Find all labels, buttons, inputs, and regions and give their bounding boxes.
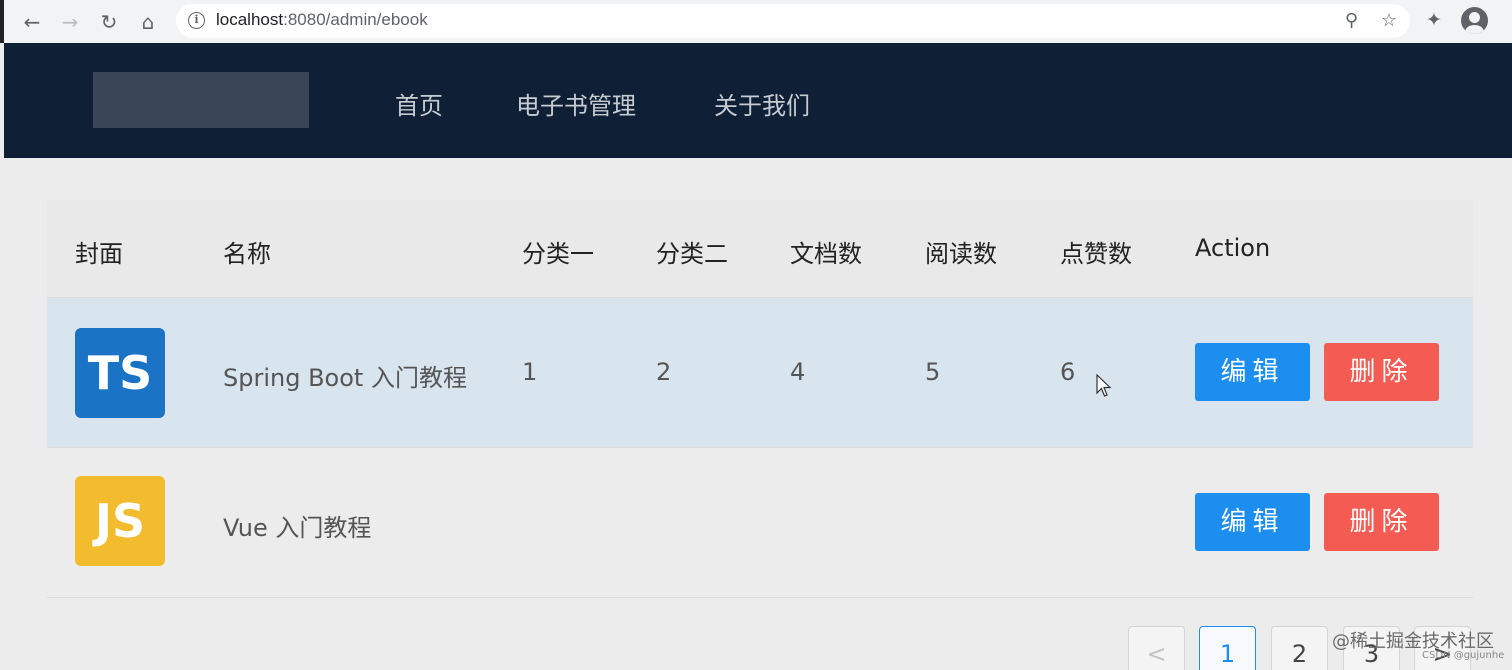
column-header-name: 名称	[223, 240, 271, 268]
extensions-icon[interactable]: ✦	[1426, 9, 1442, 31]
delete-button[interactable]: 删除	[1324, 343, 1439, 401]
cover-image: TS	[75, 328, 165, 418]
back-icon[interactable]: ←	[20, 10, 44, 34]
pagination-prev-button[interactable]: <	[1128, 626, 1185, 670]
forward-icon[interactable]: →	[58, 10, 82, 34]
column-header-category2: 分类二	[656, 240, 728, 268]
doc-count-cell: 4	[790, 358, 806, 386]
ebook-table: 封面 名称 分类一 分类二 文档数 阅读数 点赞数 Action TS Spri…	[47, 200, 1473, 598]
ebook-name: Vue 入门教程	[223, 514, 372, 542]
watermark-sub: CSDN @gujunhe	[1422, 650, 1505, 661]
main-content: 封面 名称 分类一 分类二 文档数 阅读数 点赞数 Action TS Spri…	[4, 158, 1512, 670]
site-info-icon[interactable]: i	[188, 12, 205, 29]
column-header-doc-count: 文档数	[790, 240, 862, 268]
column-header-cover: 封面	[75, 240, 123, 268]
table-row: TS Spring Boot 入门教程 1 2 4 5 6 编辑 删除	[47, 298, 1473, 448]
delete-button[interactable]: 删除	[1324, 493, 1439, 551]
table-row: JS Vue 入门教程 编辑 删除	[47, 448, 1473, 598]
edit-button[interactable]: 编辑	[1195, 493, 1310, 551]
view-count-cell: 5	[925, 358, 941, 386]
nav-item-about[interactable]: 关于我们	[714, 86, 810, 121]
url-path: :8080/admin/ebook	[283, 10, 428, 29]
category2-cell: 2	[656, 358, 672, 386]
browser-toolbar: ← → ↻ ⌂ i localhost:8080/admin/ebook ⚲ ☆…	[0, 0, 1512, 43]
pagination-page-2[interactable]: 2	[1271, 626, 1328, 670]
column-header-view-count: 阅读数	[925, 240, 997, 268]
nav-item-home[interactable]: 首页	[395, 86, 443, 121]
bookmark-star-icon[interactable]: ☆	[1381, 10, 1397, 31]
nav-item-ebook-admin[interactable]: 电子书管理	[516, 86, 636, 121]
browser-menu-icon[interactable]: ⋮	[1504, 9, 1512, 30]
address-bar[interactable]: i localhost:8080/admin/ebook ⚲ ☆	[176, 4, 1410, 38]
zoom-icon[interactable]: ⚲	[1345, 10, 1358, 31]
pagination-page-1[interactable]: 1	[1199, 626, 1256, 670]
url-host: localhost	[216, 10, 284, 29]
category1-cell: 1	[522, 358, 538, 386]
url-text: localhost:8080/admin/ebook	[216, 10, 428, 30]
logo	[93, 72, 309, 128]
mouse-cursor-icon	[1096, 374, 1112, 397]
column-header-category1: 分类一	[522, 240, 594, 268]
table-header: 封面 名称 分类一 分类二 文档数 阅读数 点赞数 Action	[47, 200, 1473, 298]
ebook-name: Spring Boot 入门教程	[223, 364, 467, 392]
edit-button[interactable]: 编辑	[1195, 343, 1310, 401]
reload-icon[interactable]: ↻	[97, 10, 121, 34]
home-icon[interactable]: ⌂	[136, 10, 160, 34]
column-header-vote-count: 点赞数	[1060, 240, 1132, 268]
column-header-action: Action	[1195, 234, 1271, 262]
vote-count-cell: 6	[1060, 358, 1076, 386]
profile-avatar-icon[interactable]	[1461, 7, 1488, 34]
cover-image: JS	[75, 476, 165, 566]
app-header: 首页 电子书管理 关于我们	[4, 43, 1512, 158]
